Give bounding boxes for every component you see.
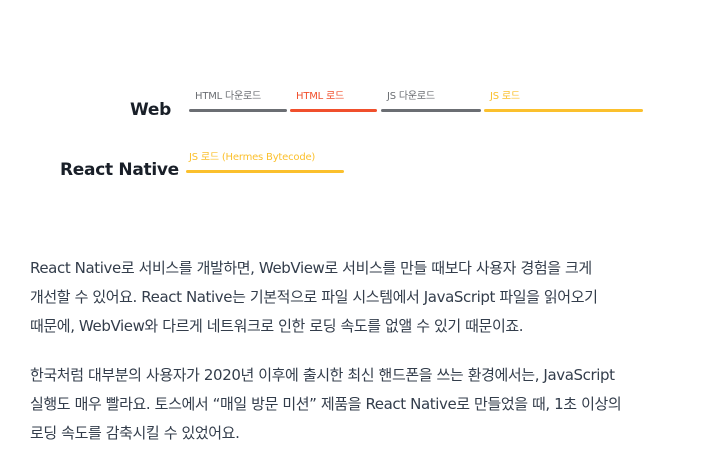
web-segment-html-load-bar: [290, 109, 377, 112]
paragraph-line: 개선할 수 있어요. React Native는 기본적으로 파일 시스템에서 …: [30, 288, 598, 306]
web-segment-js-download-label: JS 다운로드: [387, 91, 435, 102]
react-native-row-label: React Native: [60, 160, 179, 180]
paragraph-line: React Native로 서비스를 개발하면, WebView로 서비스를 만…: [30, 259, 592, 277]
article-body: React Native로 서비스를 개발하면, WebView로 서비스를 만…: [30, 254, 680, 448]
paragraph-toss-example: 한국처럼 대부분의 사용자가 2020년 이후에 출시한 최신 핸드폰을 쓰는 …: [30, 361, 680, 448]
rn-segment-js-load-hermes-bar: [186, 170, 344, 173]
web-segment-html-download-bar: [189, 109, 287, 112]
paragraph-line: 때문에, WebView와 다르게 네트워크로 인한 로딩 속도를 없앨 수 있…: [30, 317, 524, 335]
paragraph-line: 실행도 매우 빨라요. 토스에서 “매일 방문 미션” 제품을 React Na…: [30, 395, 622, 413]
web-segment-js-load-label: JS 로드: [490, 91, 520, 102]
web-segment-js-download-bar: [381, 109, 481, 112]
paragraph-line: 로딩 속도를 감축시킬 수 있었어요.: [30, 424, 240, 442]
paragraph-react-native-benefits: React Native로 서비스를 개발하면, WebView로 서비스를 만…: [30, 254, 680, 341]
rn-segment-js-load-hermes-label: JS 로드 (Hermes Bytecode): [189, 152, 316, 163]
paragraph-line: 한국처럼 대부분의 사용자가 2020년 이후에 출시한 최신 핸드폰을 쓰는 …: [30, 366, 615, 384]
web-segment-js-load-bar: [484, 109, 643, 112]
loading-timeline-diagram: Web React Native HTML 다운로드 HTML 로드 JS 다운…: [0, 0, 704, 220]
web-segment-html-download-label: HTML 다운로드: [195, 91, 262, 102]
web-row-label: Web: [130, 100, 171, 120]
web-segment-html-load-label: HTML 로드: [296, 91, 345, 102]
